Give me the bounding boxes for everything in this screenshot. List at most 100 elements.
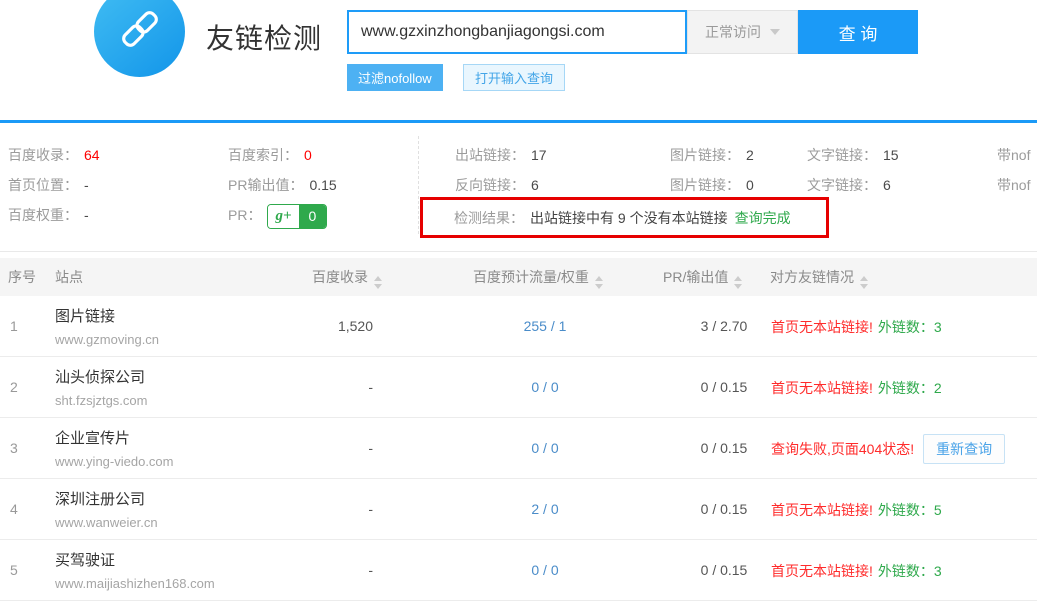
table-row: 2 汕头侦探公司 sht.fzsjztgs.com - 0 / 0 0 / 0.… bbox=[0, 357, 1037, 418]
col-header-status-sort[interactable]: 对方友链情况 bbox=[770, 258, 868, 296]
site-title-link[interactable]: 汕头侦探公司 bbox=[55, 366, 147, 387]
stats-column-3: 出站链接：17 反向链接：6 bbox=[455, 140, 547, 200]
filter-nofollow-button[interactable]: 过滤nofollow bbox=[347, 64, 443, 91]
stat-pr: PR：g+0 bbox=[228, 200, 337, 230]
sort-icon bbox=[734, 276, 742, 289]
link-status-cell: 查询失败,页面404状态! 重新查询 bbox=[771, 418, 1005, 479]
site-url: www.wanweier.cn bbox=[55, 515, 158, 530]
col-header-traffic-sort[interactable]: 百度预计流量/权重 bbox=[473, 258, 603, 296]
status-alert: 首页无本站链接! bbox=[771, 561, 873, 581]
sort-icon bbox=[860, 276, 868, 289]
baidu-shoulu-value: - bbox=[270, 418, 373, 479]
url-input[interactable] bbox=[347, 10, 687, 54]
result-text: 出站链接中有 9 个没有本站链接 bbox=[530, 208, 728, 228]
retry-query-button[interactable]: 重新查询 bbox=[923, 434, 1005, 464]
row-number: 2 bbox=[10, 357, 18, 418]
stats-column-4: 图片链接：2 图片链接：0 bbox=[670, 140, 754, 200]
stats-dashed-divider bbox=[418, 136, 419, 234]
site-title-link[interactable]: 买驾驶证 bbox=[55, 549, 215, 570]
table-row: 4 深圳注册公司 www.wanweier.cn - 2 / 0 0 / 0.1… bbox=[0, 479, 1037, 540]
app-logo bbox=[94, 0, 185, 77]
stat-backlink: 反向链接：6 bbox=[455, 170, 547, 200]
status-alert: 首页无本站链接! bbox=[771, 500, 873, 520]
col-header-site: 站点 bbox=[55, 258, 83, 296]
col-header-seq: 序号 bbox=[8, 258, 36, 296]
baidu-shoulu-value: - bbox=[270, 540, 373, 601]
stat-baidu-shoulu: 百度收录：64 bbox=[8, 140, 100, 170]
baidu-shoulu-value: - bbox=[270, 357, 373, 418]
stat-shouye-weizhi: 首页位置：- bbox=[8, 170, 100, 200]
traffic-weight-link[interactable]: 0 / 0 bbox=[455, 357, 635, 418]
result-label: 检测结果： bbox=[454, 208, 524, 228]
traffic-weight-link[interactable]: 0 / 0 bbox=[455, 540, 635, 601]
google-plus-icon: g+ bbox=[268, 205, 298, 228]
query-button[interactable]: 查 询 bbox=[798, 10, 918, 54]
chevron-down-icon bbox=[770, 29, 780, 35]
site-cell: 买驾驶证 www.maijiashizhen168.com bbox=[55, 549, 215, 591]
site-title-link[interactable]: 企业宣传片 bbox=[55, 427, 174, 448]
baidu-shoulu-value: 1,520 bbox=[270, 296, 373, 357]
traffic-weight-link[interactable]: 255 / 1 bbox=[455, 296, 635, 357]
link-status-cell: 首页无本站链接! 外链数：2 bbox=[771, 357, 942, 418]
site-cell: 企业宣传片 www.ying-viedo.com bbox=[55, 427, 174, 469]
open-input-query-button[interactable]: 打开输入查询 bbox=[463, 64, 565, 91]
stat-pr-output: PR输出值：0.15 bbox=[228, 170, 337, 200]
outlink-count: 外链数：3 bbox=[878, 561, 942, 581]
link-status-cell: 首页无本站链接! 外链数：3 bbox=[771, 296, 942, 357]
site-url: sht.fzsjztgs.com bbox=[55, 393, 147, 408]
stat-text-links-2: 文字链接：6 bbox=[807, 170, 899, 200]
stat-nofollow-2: 带nof bbox=[997, 170, 1037, 200]
col-header-pr-sort[interactable]: PR/输出值 bbox=[663, 258, 742, 296]
stats-column-1: 百度收录：64 首页位置：- 百度权重：- bbox=[8, 140, 100, 230]
site-url: www.maijiashizhen168.com bbox=[55, 576, 215, 591]
traffic-weight-link[interactable]: 2 / 0 bbox=[455, 479, 635, 540]
site-cell: 图片链接 www.gzmoving.cn bbox=[55, 305, 159, 347]
sort-icon bbox=[595, 276, 603, 289]
site-title-link[interactable]: 图片链接 bbox=[55, 305, 159, 326]
stat-nofollow-1: 带nof bbox=[997, 140, 1037, 170]
header-divider bbox=[0, 120, 1037, 123]
table-row: 3 企业宣传片 www.ying-viedo.com - 0 / 0 0 / 0… bbox=[0, 418, 1037, 479]
stat-baidu-suoyin: 百度索引：0 bbox=[228, 140, 337, 170]
access-mode-value: 正常访问 bbox=[705, 22, 761, 42]
link-status-cell: 首页无本站链接! 外链数：5 bbox=[771, 479, 942, 540]
site-url: www.gzmoving.cn bbox=[55, 332, 159, 347]
chain-link-icon bbox=[117, 6, 163, 57]
site-title-link[interactable]: 深圳注册公司 bbox=[55, 488, 158, 509]
site-url: www.ying-viedo.com bbox=[55, 454, 174, 469]
sort-icon bbox=[374, 276, 382, 289]
table-row: 1 图片链接 www.gzmoving.cn 1,520 255 / 1 3 /… bbox=[0, 296, 1037, 357]
page-title: 友链检测 bbox=[206, 17, 322, 57]
outlink-count: 外链数：5 bbox=[878, 500, 942, 520]
stat-image-links-2: 图片链接：0 bbox=[670, 170, 754, 200]
baidu-shoulu-value: - bbox=[270, 479, 373, 540]
stats-bottom-divider bbox=[0, 251, 1037, 252]
table-row: 5 买驾驶证 www.maijiashizhen168.com - 0 / 0 … bbox=[0, 540, 1037, 601]
table-header: 序号 站点 百度收录 百度预计流量/权重 PR/输出值 对方友链情况 bbox=[0, 258, 1037, 296]
row-number: 4 bbox=[10, 479, 18, 540]
outlink-count: 外链数：2 bbox=[878, 378, 942, 398]
stats-column-6-clipped: 带nof 带nof bbox=[997, 140, 1037, 200]
stat-outbound: 出站链接：17 bbox=[455, 140, 547, 170]
stat-baidu-quanzhong: 百度权重：- bbox=[8, 200, 100, 230]
status-alert: 查询失败,页面404状态! bbox=[771, 439, 914, 459]
row-number: 5 bbox=[10, 540, 18, 601]
detection-result-box: 检测结果： 出站链接中有 9 个没有本站链接 查询完成 bbox=[420, 197, 829, 238]
pagerank-badge: g+0 bbox=[267, 204, 327, 229]
stat-text-links-1: 文字链接：15 bbox=[807, 140, 899, 170]
traffic-weight-link[interactable]: 0 / 0 bbox=[455, 418, 635, 479]
site-cell: 汕头侦探公司 sht.fzsjztgs.com bbox=[55, 366, 147, 408]
outlink-count: 外链数：3 bbox=[878, 317, 942, 337]
access-mode-dropdown[interactable]: 正常访问 bbox=[687, 10, 798, 54]
row-number: 3 bbox=[10, 418, 18, 479]
stats-column-5: 文字链接：15 文字链接：6 bbox=[807, 140, 899, 200]
site-cell: 深圳注册公司 www.wanweier.cn bbox=[55, 488, 158, 530]
col-header-shoulu-sort[interactable]: 百度收录 bbox=[270, 258, 382, 296]
status-alert: 首页无本站链接! bbox=[771, 378, 873, 398]
query-complete-link[interactable]: 查询完成 bbox=[735, 208, 791, 228]
stats-column-2: 百度索引：0 PR输出值：0.15 PR：g+0 bbox=[228, 140, 337, 230]
status-alert: 首页无本站链接! bbox=[771, 317, 873, 337]
row-number: 1 bbox=[10, 296, 18, 357]
stat-image-links-1: 图片链接：2 bbox=[670, 140, 754, 170]
link-status-cell: 首页无本站链接! 外链数：3 bbox=[771, 540, 942, 601]
